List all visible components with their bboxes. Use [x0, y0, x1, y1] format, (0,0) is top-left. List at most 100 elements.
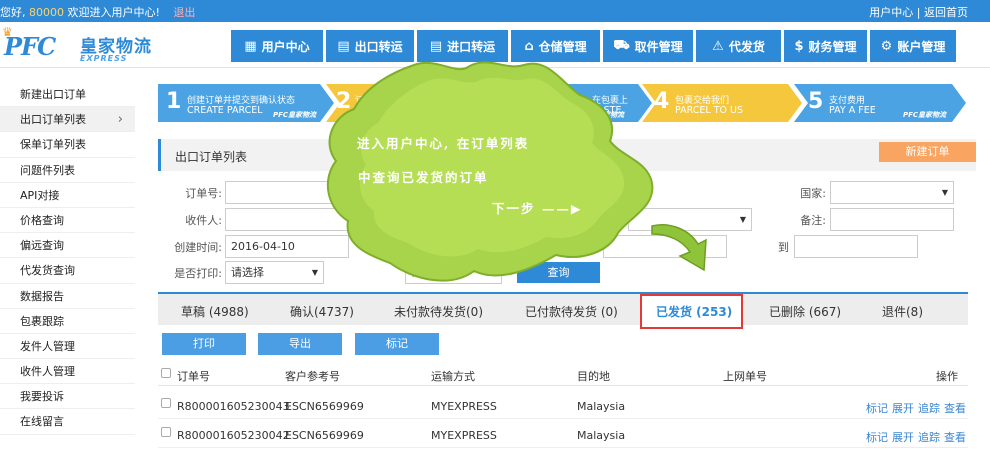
- op-track-link[interactable]: 追踪: [918, 431, 940, 444]
- status-tabs: 草稿 (4988) 确认(4737) 未付款待发货(0) 已付款待发货 (0) …: [158, 292, 968, 325]
- tab-confirmed[interactable]: 确认(4737): [290, 303, 354, 320]
- chevron-right-icon: ›: [117, 112, 123, 128]
- shipping-method: MYEXPRESS: [431, 400, 497, 413]
- user-id: 80000: [29, 6, 64, 19]
- col-operations: 操作: [936, 370, 958, 383]
- step-number: 5: [808, 89, 824, 114]
- top-bar: 您好, 80000 欢迎进入用户中心! 退出 用户中心 | 返回首页: [0, 0, 990, 22]
- step-mini-logo: PFC皇家物流: [272, 111, 316, 119]
- sidebar: 新建出口订单 出口订单列表 › 保单订单列表 问题件列表 API对接 价格查询 偏…: [0, 82, 135, 435]
- sidebar-item-complaint[interactable]: 我要投诉: [0, 384, 135, 410]
- op-view-link[interactable]: 查看: [944, 402, 966, 415]
- sidebar-item-api[interactable]: API对接: [0, 182, 135, 208]
- hint-arrow-icon: [651, 224, 707, 272]
- op-mark-link[interactable]: 标记: [866, 402, 888, 415]
- tab-deleted[interactable]: 已删除 (667): [769, 303, 841, 320]
- step-mini-logo: PFC皇家物流: [902, 111, 946, 119]
- col-shipping: 运输方式: [431, 370, 475, 383]
- new-order-button[interactable]: 新建订单: [879, 142, 976, 162]
- op-expand-link[interactable]: 展开: [892, 431, 914, 444]
- order-no-label: 订单号:: [185, 187, 222, 200]
- nav-account[interactable]: ⚙ 账户管理: [870, 30, 956, 62]
- to-label: 到: [778, 241, 789, 254]
- step-4: 4 包裹交给我们 PARCEL TO US: [642, 84, 818, 122]
- nav-label: 代发货: [728, 39, 765, 54]
- sidebar-item-price-query[interactable]: 价格查询: [0, 207, 135, 234]
- home-icon: ⌂: [524, 38, 534, 54]
- shipping-method: MYEXPRESS: [431, 429, 497, 442]
- annotation-line-1: 进入用户中心, 在订单列表: [357, 136, 530, 151]
- dollar-icon: $: [794, 38, 804, 54]
- select-all-checkbox[interactable]: [161, 368, 171, 378]
- logout-link[interactable]: 退出: [173, 6, 195, 19]
- sidebar-item-insured-orders[interactable]: 保单订单列表: [0, 132, 135, 158]
- tab-shipped-label: 已发货 (253): [656, 305, 733, 319]
- nav-user-center[interactable]: ▦ 用户中心: [231, 30, 323, 62]
- op-track-link[interactable]: 追踪: [918, 402, 940, 415]
- tab-draft[interactable]: 草稿 (4988): [181, 303, 249, 320]
- tab-paid[interactable]: 已付款待发货 (0): [525, 303, 618, 320]
- sidebar-item-export-order-list[interactable]: 出口订单列表 ›: [0, 107, 135, 133]
- nav-finance[interactable]: $ 财务管理: [784, 30, 867, 62]
- row-operations: 标记 展开 追踪 查看: [862, 429, 966, 445]
- ref-no: ESCN6569969: [285, 429, 364, 442]
- printed-select[interactable]: 请选择 ▼: [225, 261, 324, 284]
- order-no: R800001605230042: [177, 429, 290, 442]
- nav-label: 出口转运: [354, 39, 403, 54]
- top-right-links[interactable]: 用户中心 | 返回首页: [869, 4, 968, 20]
- step-1: 1 创建订单并提交到确认状态 CREATE PARCEL PFC皇家物流: [158, 84, 334, 122]
- nav-dropship[interactable]: ⚠ 代发货: [696, 30, 781, 62]
- sidebar-item-message[interactable]: 在线留言: [0, 409, 135, 435]
- remark-input[interactable]: [830, 208, 954, 231]
- sidebar-item-new-export-order[interactable]: 新建出口订单: [0, 82, 135, 108]
- col-destination: 目的地: [577, 370, 610, 383]
- annotation-line-3: 下一步 ——▶: [492, 201, 583, 216]
- warning-icon: ⚠: [712, 38, 724, 54]
- table-row: R800001605230042 ESCN6569969 MYEXPRESS M…: [158, 420, 968, 448]
- truck-icon: ⛟: [613, 37, 630, 53]
- step-5: 5 支付费用 PAY A FEE PFC皇家物流: [794, 84, 966, 122]
- op-view-link[interactable]: 查看: [944, 431, 966, 444]
- row-checkbox[interactable]: [161, 427, 171, 437]
- sidebar-item-sender-manage[interactable]: 发件人管理: [0, 333, 135, 360]
- logo[interactable]: ♛ PFC 皇家物流 EXPRESS: [0, 25, 170, 65]
- op-mark-link[interactable]: 标记: [866, 431, 888, 444]
- recipient-label: 收件人:: [185, 214, 222, 227]
- country-select[interactable]: ▼: [830, 181, 954, 204]
- select-value: 请选择: [231, 266, 264, 279]
- col-ref-no: 客户参考号: [285, 370, 340, 383]
- tab-shipped[interactable]: 已发货 (253): [640, 294, 743, 329]
- nav-label: 进口转运: [447, 39, 496, 54]
- sidebar-item-problem-list[interactable]: 问题件列表: [0, 157, 135, 183]
- tab-unpaid[interactable]: 未付款待发货(0): [394, 303, 483, 320]
- export-button[interactable]: 导出: [258, 333, 342, 355]
- online-to-input[interactable]: [794, 235, 918, 258]
- list-icon: ▤: [337, 38, 350, 54]
- list-icon: ▤: [429, 38, 443, 54]
- sidebar-item-remote-query[interactable]: 偏远查询: [0, 233, 135, 259]
- mark-button[interactable]: 标记: [355, 333, 439, 355]
- nav-label: 用户中心: [261, 39, 310, 54]
- tab-returned[interactable]: 退件(8): [882, 303, 923, 320]
- sidebar-item-data-report[interactable]: 数据报告: [0, 283, 135, 309]
- step-en: CREATE PARCEL: [187, 105, 263, 116]
- print-button[interactable]: 打印: [162, 333, 246, 355]
- step-number: 1: [166, 89, 182, 114]
- table-row: R800001605230043 ESCN6569969 MYEXPRESS M…: [158, 391, 968, 419]
- logo-en: EXPRESS: [80, 54, 128, 63]
- grid-icon: ▦: [244, 38, 257, 54]
- created-time-label: 创建时间:: [174, 241, 222, 254]
- sidebar-item-recipient-manage[interactable]: 收件人管理: [0, 359, 135, 385]
- destination: Malaysia: [577, 400, 626, 413]
- sidebar-item-dropship-query[interactable]: 代发货查询: [0, 258, 135, 284]
- table-header: 订单号 客户参考号 运输方式 目的地 上网单号 操作: [158, 362, 968, 386]
- col-online-no: 上网单号: [723, 370, 767, 383]
- sidebar-item-parcel-tracking[interactable]: 包裹跟踪: [0, 308, 135, 334]
- gear-icon: ⚙: [880, 38, 893, 54]
- caret-down-icon: ▼: [941, 188, 948, 197]
- page-title: 出口订单列表: [175, 150, 248, 164]
- remark-label: 备注:: [800, 214, 826, 227]
- op-expand-link[interactable]: 展开: [892, 402, 914, 415]
- row-checkbox[interactable]: [161, 398, 171, 408]
- logo-pfc: PFC: [4, 32, 56, 61]
